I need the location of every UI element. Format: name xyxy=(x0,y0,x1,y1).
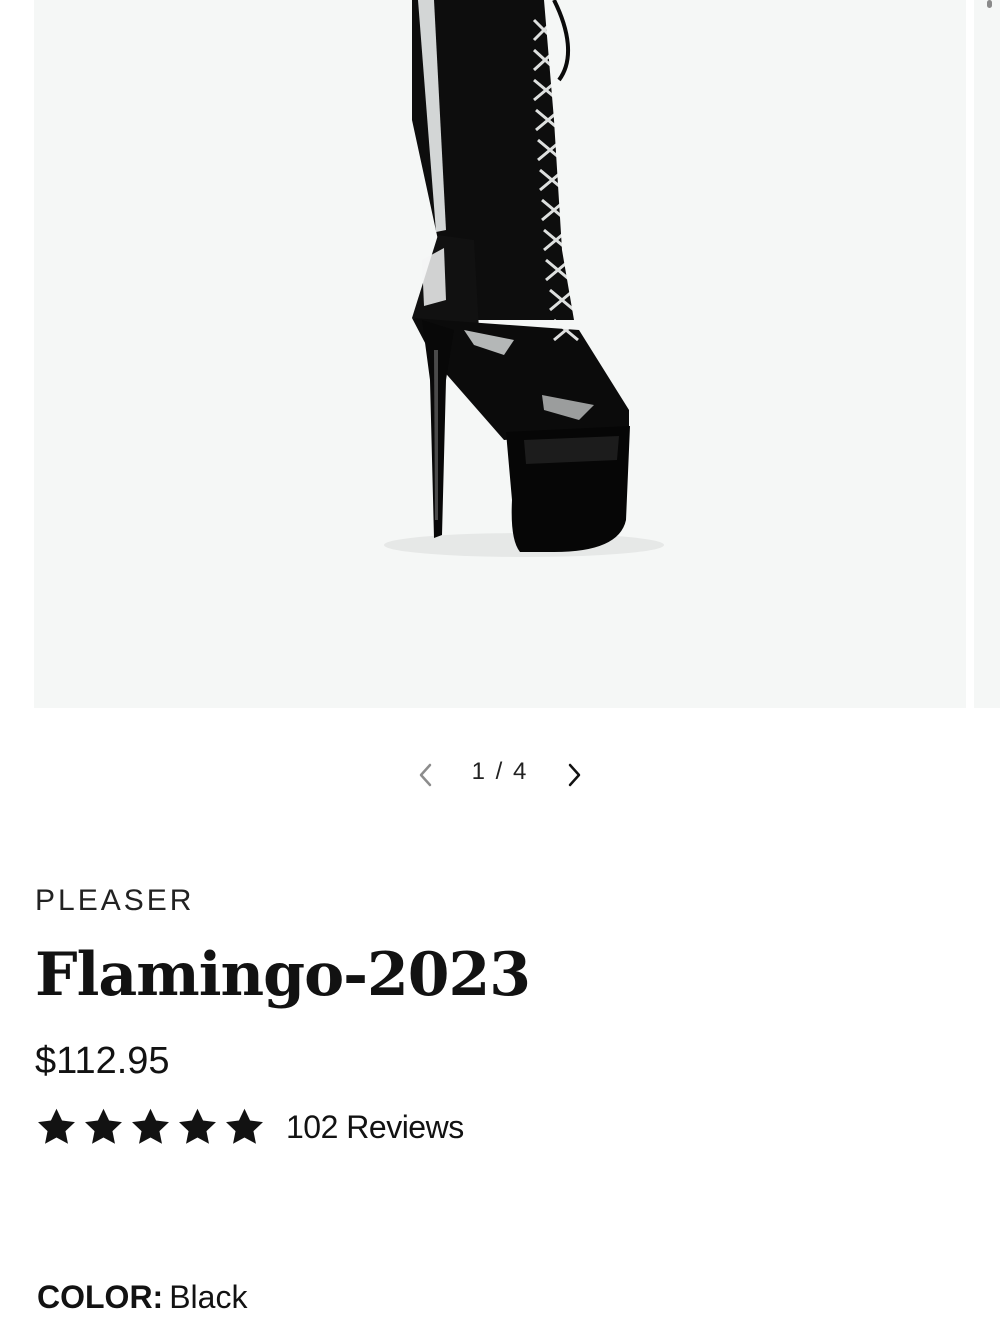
chevron-left-icon xyxy=(419,763,432,787)
star-icon xyxy=(85,1108,122,1144)
reviews-link[interactable]: 102 Reviews xyxy=(286,1109,464,1146)
slide-counter: 1 / 4 xyxy=(460,758,540,786)
scrollbar-thumb[interactable] xyxy=(987,0,992,8)
star-icon xyxy=(226,1108,263,1144)
product-price: $112.95 xyxy=(35,1040,170,1082)
product-gallery[interactable] xyxy=(0,0,1000,708)
gallery-slide-1[interactable] xyxy=(34,0,966,708)
variant-option-name: COLOR: xyxy=(37,1279,164,1315)
slide-counter-separator: / xyxy=(495,758,505,785)
slider-controls: 1 / 4 xyxy=(0,748,1000,802)
gallery-slide-2-peek[interactable] xyxy=(974,0,1000,708)
product-rating[interactable]: 102 Reviews xyxy=(35,1102,464,1152)
product-page: 1 / 4 PLEASER Flamingo-2023 $112.95 102 … xyxy=(0,0,1000,1333)
slider-next-button[interactable] xyxy=(560,756,590,794)
variant-option-value: Black xyxy=(169,1279,248,1315)
slide-counter-total: 4 xyxy=(513,758,529,785)
product-title: Flamingo-2023 xyxy=(35,940,531,1010)
product-vendor: PLEASER xyxy=(35,884,195,917)
star-icon xyxy=(179,1108,216,1144)
slider-prev-button[interactable] xyxy=(410,756,440,794)
star-icon xyxy=(132,1108,169,1144)
variant-color-label: COLOR: Black xyxy=(37,1279,247,1316)
slide-counter-current: 1 xyxy=(471,758,487,785)
product-image xyxy=(384,0,664,557)
star-icon xyxy=(38,1108,75,1144)
rating-stars xyxy=(35,1106,266,1149)
chevron-right-icon xyxy=(568,763,581,787)
